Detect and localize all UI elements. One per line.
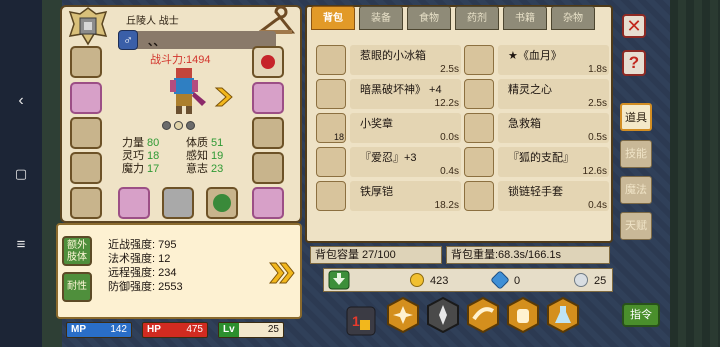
close-icon[interactable]: ✕	[622, 14, 646, 38]
inventory-item[interactable]: 铁厚铠 18.2s	[316, 181, 461, 211]
gold-coin-icon	[410, 273, 424, 287]
accessory-slot[interactable]	[252, 46, 284, 78]
spear-icon	[464, 45, 494, 75]
backpack-capacity: 背包容量 27/100	[310, 246, 442, 264]
game-background-right	[670, 0, 720, 347]
combat-power: 战斗力:1494	[150, 54, 211, 66]
helmet-slot[interactable]	[70, 46, 102, 78]
melee-strength: 近战强度: 795	[108, 239, 177, 251]
gem-amount: 0	[514, 275, 521, 287]
inventory-item[interactable]: 暗黑破坏神》 +4 12.2s	[316, 79, 461, 109]
skill-potion-icon[interactable]	[546, 297, 580, 333]
character-name: 丘陵人 战士	[126, 16, 179, 27]
stat-magic: 魔力 17	[122, 163, 160, 175]
page-dot-active[interactable]	[174, 121, 183, 130]
main-weapon-slot[interactable]	[118, 187, 150, 219]
ranged-strength: 远程强度: 234	[108, 267, 177, 279]
stat-will: 意志 23	[186, 163, 224, 175]
rank-badge-icon	[68, 7, 108, 46]
skill-slash-icon[interactable]	[466, 297, 500, 333]
platinum-coin-icon	[574, 273, 588, 287]
hotbar-switch-icon[interactable]: 1	[346, 306, 376, 336]
stat-strength: 力量 80	[122, 137, 160, 149]
hero-sprite	[170, 68, 206, 114]
side-tab-magic[interactable]: 魔法	[620, 176, 652, 204]
page-dot[interactable]	[186, 121, 195, 130]
cloak-slot[interactable]	[252, 82, 284, 114]
tab-misc[interactable]: 杂物	[551, 6, 595, 30]
download-icon[interactable]	[328, 270, 350, 290]
tab-equipment[interactable]: 装备	[359, 6, 403, 30]
mp-bar: MP 142	[66, 322, 132, 338]
resistance-tag[interactable]: 耐性	[62, 272, 92, 302]
tab-backpack[interactable]: 背包	[311, 6, 355, 30]
item-count: 18	[334, 132, 345, 142]
inventory-item[interactable]: 锁链轻手套 0.4s	[464, 181, 609, 211]
extra-limbs-tag[interactable]: 额外肢体	[62, 236, 92, 266]
skill-spikes-icon[interactable]	[426, 297, 460, 333]
inventory-item[interactable]: 精灵之心 2.5s	[464, 79, 609, 109]
green-orb-icon	[213, 194, 231, 212]
strength-list: 近战强度: 795 法术强度: 12 远程强度: 234 防御强度: 2553	[108, 238, 183, 294]
inventory-item[interactable]: ★《血月》 1.8s	[464, 45, 609, 75]
fox-mask-icon	[464, 147, 494, 177]
inventory-item[interactable]: 急救箱 0.5s	[464, 113, 609, 143]
page-dot[interactable]	[162, 121, 171, 130]
spell-strength: 法术强度: 12	[108, 253, 171, 265]
inventory-item[interactable]: 18 小奖章 0.0s	[316, 113, 461, 143]
armor-slot[interactable]	[70, 152, 102, 184]
heart-icon	[464, 79, 494, 109]
red-gem-icon	[261, 55, 275, 69]
tab-potion[interactable]: 药剂	[455, 6, 499, 30]
character-title: 、、	[148, 36, 165, 48]
male-gender-icon: ♂	[118, 30, 138, 50]
backpack-weight: 背包重量:68.3s/166.1s	[446, 246, 610, 264]
defense-strength: 防御强度: 2553	[108, 281, 183, 293]
command-button[interactable]: 指令	[622, 303, 660, 327]
tab-books[interactable]: 书籍	[503, 6, 547, 30]
ring-slot[interactable]	[252, 117, 284, 149]
mask-slot[interactable]	[70, 117, 102, 149]
title-bar	[118, 31, 276, 49]
sword-icon	[316, 79, 346, 109]
platinum-amount: 25	[594, 275, 607, 287]
hp-bar: HP 475	[142, 322, 208, 338]
side-tab-items[interactable]: 道具	[620, 103, 652, 131]
android-nav-bar: ‹ ▢ ≡	[0, 0, 42, 347]
stat-constitution: 体质 51	[186, 137, 224, 149]
svg-text:1: 1	[352, 313, 360, 329]
iron-armor-icon	[316, 181, 346, 211]
first-aid-kit-icon	[464, 113, 494, 143]
tab-food[interactable]: 食物	[407, 6, 451, 30]
empty-weapon-slot[interactable]	[162, 187, 194, 219]
menu-nav-icon[interactable]: ≡	[10, 234, 32, 256]
inventory-item[interactable]: 『爱忍』+3 0.4s	[316, 147, 461, 177]
stat-perception: 感知 19	[186, 150, 224, 162]
inventory-item[interactable]: 『狐的支配』 12.6s	[464, 147, 609, 177]
inventory-item[interactable]: 惹眼的小冰箱 2.5s	[316, 45, 461, 75]
help-icon[interactable]: ?	[622, 50, 646, 76]
boots-slot[interactable]	[252, 152, 284, 184]
stat-dexterity: 灵巧 18	[122, 150, 160, 162]
next-arrow-icon[interactable]	[212, 86, 236, 108]
gloves-icon	[464, 181, 494, 211]
orb-slot[interactable]	[206, 187, 238, 219]
home-nav-icon[interactable]: ▢	[10, 163, 32, 185]
side-tab-skills[interactable]: 技能	[620, 140, 652, 168]
potion-slot[interactable]	[252, 187, 284, 219]
side-tab-talents[interactable]: 天赋	[620, 212, 652, 240]
page-dots	[162, 121, 198, 133]
icebox-icon	[316, 45, 346, 75]
currency-bar	[323, 268, 613, 292]
skill-palm-icon[interactable]	[506, 297, 540, 333]
skill-shuriken-icon[interactable]	[386, 297, 420, 333]
level-bar: Lv 25	[218, 322, 284, 338]
shell-slot[interactable]	[70, 82, 102, 114]
back-nav-icon[interactable]: ‹	[10, 90, 32, 112]
offhand-slot[interactable]	[70, 187, 102, 219]
gold-amount: 423	[430, 275, 449, 287]
cloak-icon	[316, 147, 346, 177]
expand-arrows-icon[interactable]	[268, 260, 296, 286]
